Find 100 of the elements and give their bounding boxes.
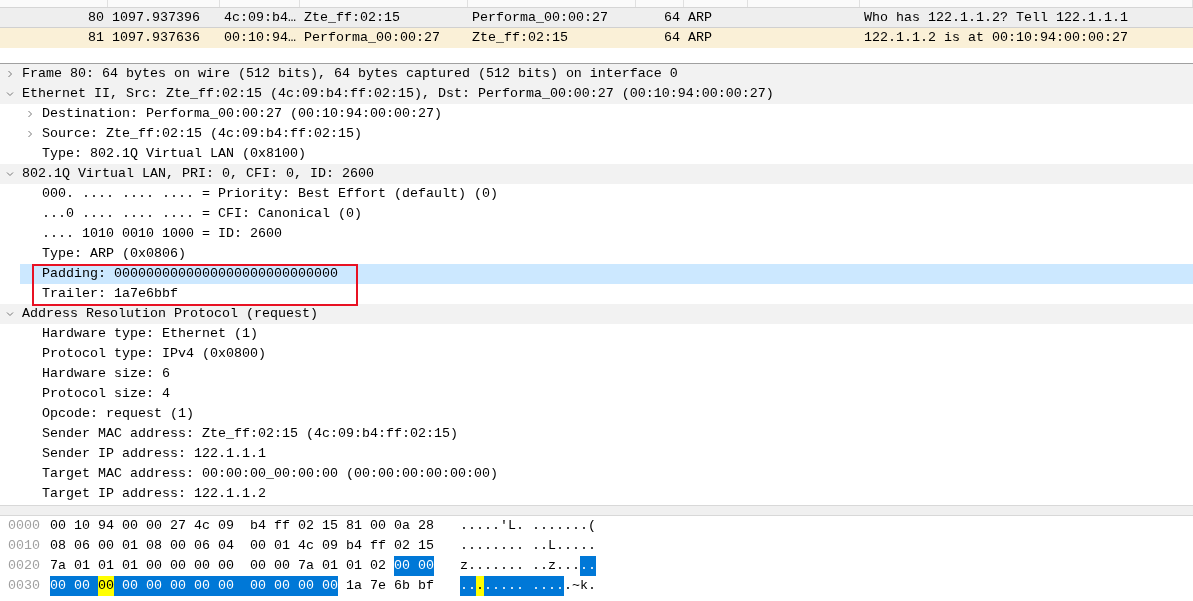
tree-row[interactable]: Trailer: 1a7e6bbf [20,284,1193,304]
ascii-char: . [468,517,476,535]
hex-offset: 0020 [7,557,41,575]
tree-row[interactable]: ...0 .... .... .... = CFI: Canonical (0) [20,204,1193,224]
tree-row[interactable]: Padding: 0000000000000000000000000000 [20,264,1193,284]
ascii-char: . [588,537,596,555]
hex-byte: 00 [146,557,162,575]
tree-row[interactable]: Hardware size: 6 [20,364,1193,384]
hex-offset: 0010 [7,537,41,555]
ascii-char: . [468,557,476,575]
hex-byte: 08 [146,537,162,555]
hex-byte: 00 [146,517,162,535]
hex-byte: 09 [322,537,338,555]
hex-byte: 02 [370,557,386,575]
tree-text: ...0 .... .... .... = CFI: Canonical (0) [41,205,362,223]
hex-byte: 09 [218,517,234,535]
ascii-char: . [532,517,540,535]
ascii-char: . [476,517,484,535]
chevron-right-icon[interactable] [26,130,34,138]
ascii-char: . [516,517,524,535]
ascii-char: . [484,537,492,555]
hex-byte: 01 [122,557,138,575]
ascii-char: . [492,537,500,555]
tree-row[interactable]: Source: Zte_ff:02:15 (4c:09:b4:ff:02:15) [20,124,1193,144]
hex-byte: 7a [298,557,314,575]
tree-text: 000. .... .... .... = Priority: Best Effort (default) (0) [41,185,498,203]
packet-cell: 64 [664,9,680,25]
packet-cell: Zte_ff:02:15 [472,30,568,45]
packet-cell: 1097.937636 [112,30,200,45]
tree-text: Protocol size: 4 [41,385,170,403]
ascii-char: . [540,517,548,535]
ascii-char: . [492,576,500,596]
chevron-down-icon[interactable] [6,310,14,318]
hex-byte: 00 [394,556,418,576]
packet-row[interactable]: 81 1097.937636 00:10:94… Performa_00:00:27 Zte_ff:02:15 64 ARP 122.1.1.2 is at 00:10:94:00:00:27 [0,28,1193,48]
ascii-char: . [572,517,580,535]
hex-byte: 00 [170,557,186,575]
hex-byte: 28 [418,517,434,535]
ascii-char: . [476,576,484,596]
tree-row[interactable]: Ethernet II, Src: Zte_ff:02:15 (4c:09:b4:ff:02:15), Dst: Performa_00:00:27 (00:10:94:00:00:27) [0,84,1193,104]
ascii-char: . [572,537,580,555]
chevron-right-icon[interactable] [26,110,34,118]
hex-byte: bf [418,577,434,595]
ascii-char: . [468,537,476,555]
tree-text: Sender MAC address: Zte_ff:02:15 (4c:09:b4:ff:02:15) [41,425,458,443]
tree-row[interactable]: Hardware type: Ethernet (1) [20,324,1193,344]
ascii-char: . [484,576,492,596]
ascii-char: . [532,557,540,575]
chevron-down-icon[interactable] [6,170,14,178]
tree-text: Type: ARP (0x0806) [41,245,186,263]
tree-row[interactable]: Opcode: request (1) [20,404,1193,424]
hex-byte: 01 [74,557,90,575]
tree-text: Hardware type: Ethernet (1) [41,325,258,343]
tree-row[interactable]: 802.1Q Virtual LAN, PRI: 0, CFI: 0, ID: 2600 [0,164,1193,184]
packet-row[interactable]: 80 1097.937396 4c:09:b4… Zte_ff:02:15 Performa_00:00:27 64 ARP Who has 122.1.1.2? Tell 122.1.1.1 [0,8,1193,28]
tree-row[interactable]: Frame 80: 64 bytes on wire (512 bits), 64 bytes captured (512 bits) on interface 0 [0,64,1193,84]
tree-row[interactable]: Address Resolution Protocol (request) [0,304,1193,324]
chevron-down-icon[interactable] [6,90,14,98]
hex-offset: 0000 [7,517,41,535]
hex-byte: 1a [346,577,362,595]
packet-cell: Zte_ff:02:15 [304,9,400,25]
hex-byte: 00 [122,517,138,535]
tree-text: .... 1010 0010 1000 = ID: 2600 [41,225,282,243]
ascii-char: . [476,557,484,575]
ascii-char: . [556,517,564,535]
tree-row[interactable]: Target MAC address: 00:00:00_00:00:00 (00:00:00:00:00:00) [20,464,1193,484]
hex-byte: 94 [98,517,114,535]
ascii-char: . [556,576,564,596]
tree-row[interactable]: Protocol size: 4 [20,384,1193,404]
tree-row[interactable]: Destination: Performa_00:00:27 (00:10:94:00:00:27) [20,104,1193,124]
packet-cell: Who has 122.1.1.2? Tell 122.1.1.1 [864,9,1128,25]
tree-row[interactable]: .... 1010 0010 1000 = ID: 2600 [20,224,1193,244]
packet-cell: ARP [688,30,712,45]
hex-byte: 00 [250,537,266,555]
hex-byte: b4 [346,537,362,555]
hex-byte: 15 [418,537,434,555]
packet-cell: 4c:09:b4… [224,9,296,25]
packet-cell: Performa_00:00:27 [304,30,440,45]
hex-byte: 00 [218,576,250,596]
tree-row[interactable]: Protocol type: IPv4 (0x0800) [20,344,1193,364]
packet-cell: 122.1.1.2 is at 00:10:94:00:00:27 [864,30,1128,45]
packet-cell: 64 [664,30,680,45]
ascii-char: . [460,576,468,596]
hex-byte: 00 [98,537,114,555]
hex-byte: 01 [98,557,114,575]
tree-row[interactable]: Type: ARP (0x0806) [20,244,1193,264]
tree-text: Address Resolution Protocol (request) [21,305,318,323]
chevron-right-icon[interactable] [6,70,14,78]
ascii-char: . [548,576,556,596]
tree-row[interactable]: Sender MAC address: Zte_ff:02:15 (4c:09:b4:ff:02:15) [20,424,1193,444]
tree-row[interactable]: Type: 802.1Q Virtual LAN (0x8100) [20,144,1193,164]
tree-row[interactable]: Sender IP address: 122.1.1.1 [20,444,1193,464]
packet-cell: 00:10:94… [224,30,296,45]
pane-splitter[interactable] [0,505,1193,516]
tree-row[interactable]: 000. .... .... .... = Priority: Best Effort (default) (0) [20,184,1193,204]
hex-byte: ff [370,537,386,555]
tree-text: Frame 80: 64 bytes on wire (512 bits), 64 bytes captured (512 bits) on interface 0 [21,65,678,83]
tree-text: Padding: 0000000000000000000000000000 [41,265,338,283]
hex-byte: 15 [322,517,338,535]
tree-row[interactable]: Target IP address: 122.1.1.2 [20,484,1193,504]
